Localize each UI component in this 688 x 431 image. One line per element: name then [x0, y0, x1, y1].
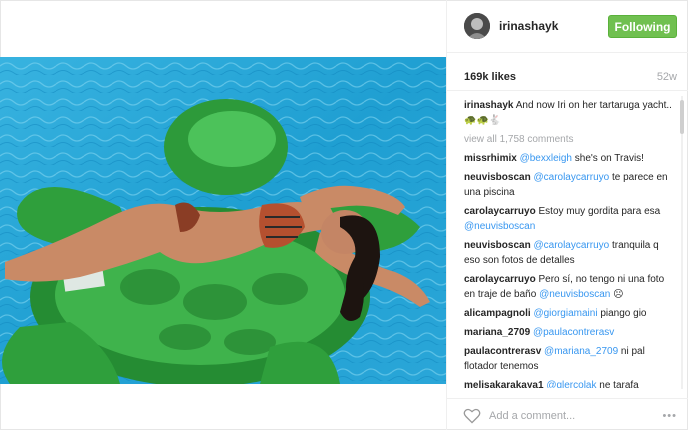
- comment-row: carolaycarruyo Estoy muy gordita para es…: [464, 204, 674, 234]
- avatar[interactable]: [464, 13, 490, 39]
- likes-count[interactable]: 169k likes: [464, 71, 516, 83]
- following-button[interactable]: Following: [608, 15, 677, 38]
- comment-mention[interactable]: @giorgiamaini: [533, 308, 597, 319]
- comment-mention[interactable]: @paulacontrerasv: [533, 327, 614, 338]
- comment-username[interactable]: neuvisboscan: [464, 240, 531, 251]
- post-header: irinashayk Following: [447, 0, 688, 53]
- comment-username[interactable]: alicampagnoli: [464, 308, 531, 319]
- post-sidebar: irinashayk Following 169k likes 52w irin…: [446, 0, 688, 430]
- post-stats: 169k likes 52w: [447, 62, 688, 91]
- comment-mention[interactable]: @glercolak: [546, 380, 596, 388]
- add-comment-input[interactable]: Add a comment...: [489, 410, 575, 422]
- scrollbar-thumb[interactable]: [680, 100, 684, 134]
- caption: irinashayk And now Iri on her tartaruga …: [464, 98, 674, 128]
- comment-username[interactable]: mariana_2709: [464, 327, 530, 338]
- post-photo[interactable]: [0, 57, 446, 384]
- post-username[interactable]: irinashayk: [499, 19, 558, 33]
- comment-text: piango gio: [597, 308, 647, 319]
- comment-row: carolaycarruyo Pero sí, no tengo ni una …: [464, 272, 674, 302]
- comment-text: Estoy muy gordita para esa: [538, 206, 661, 217]
- comment-row: mariana_2709 @paulacontrerasv: [464, 325, 674, 340]
- comment-username[interactable]: carolaycarruyo: [464, 206, 536, 217]
- comment-mention[interactable]: @bexxleigh: [520, 153, 572, 164]
- post-footer: Add a comment... •••: [447, 398, 688, 431]
- comments-scrollbar[interactable]: [679, 96, 685, 389]
- heart-icon[interactable]: [463, 408, 481, 424]
- comment-mention[interactable]: @carolaycarruyo: [533, 172, 609, 183]
- profile-picture: [464, 13, 490, 39]
- comment-mention[interactable]: @carolaycarruyo: [533, 240, 609, 251]
- caption-username[interactable]: irinashayk: [464, 100, 513, 111]
- comment-row: missrhimix @bexxleigh she's on Travis!: [464, 151, 674, 166]
- comment-username[interactable]: carolaycarruyo: [464, 274, 536, 285]
- comments-list: irinashayk And now Iri on her tartaruga …: [464, 98, 674, 388]
- comment-row: melisakarakaya1 @glercolak ne tarafa agl…: [464, 378, 674, 388]
- comment-row: alicampagnoli @giorgiamaini piango gio: [464, 306, 674, 321]
- comment-row: neuvisboscan @carolaycarruyo te parece e…: [464, 170, 674, 200]
- scrollbar-track: [681, 96, 683, 389]
- post-age[interactable]: 52w: [657, 71, 677, 83]
- view-all-comments-link[interactable]: view all 1,758 comments: [464, 132, 674, 147]
- comment-emoji: ☹: [610, 289, 624, 300]
- comment-username[interactable]: missrhimix: [464, 153, 517, 164]
- more-options-icon[interactable]: •••: [662, 410, 677, 422]
- comment-row: neuvisboscan @carolaycarruyo tranquila q…: [464, 238, 674, 268]
- comment-mention[interactable]: @neuvisboscan: [539, 289, 610, 300]
- comment-username[interactable]: paulacontrerasv: [464, 346, 541, 357]
- comment-text: she's on Travis!: [572, 153, 644, 164]
- comment-mention[interactable]: @neuvisboscan: [464, 221, 535, 232]
- pool-turtle-photo: [0, 57, 446, 384]
- comment-username[interactable]: neuvisboscan: [464, 172, 531, 183]
- comment-username[interactable]: melisakarakaya1: [464, 380, 544, 388]
- comment-mention[interactable]: @mariana_2709: [544, 346, 618, 357]
- comment-row: paulacontrerasv @mariana_2709 ni pal flo…: [464, 344, 674, 374]
